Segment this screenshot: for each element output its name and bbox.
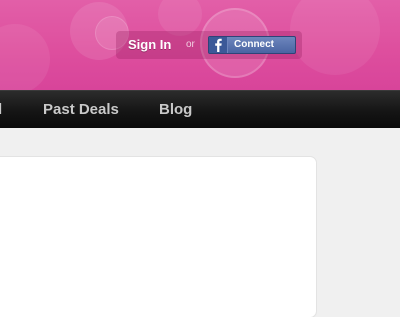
top-header: Sign In or Connect	[0, 0, 400, 90]
sign-in-link[interactable]: Sign In	[128, 38, 171, 52]
content-panel	[0, 157, 316, 317]
bokeh-circle	[290, 0, 380, 75]
facebook-f-icon	[209, 37, 228, 53]
bokeh-circle	[0, 24, 50, 90]
facebook-connect-button[interactable]: Connect	[208, 36, 296, 54]
nav-item-partial[interactable]: l	[0, 101, 5, 119]
nav-item-blog[interactable]: Blog	[159, 101, 192, 119]
nav-item-past-deals[interactable]: Past Deals	[43, 101, 119, 119]
auth-box: Sign In or Connect	[116, 31, 302, 59]
facebook-connect-label: Connect	[234, 39, 274, 50]
or-separator: or	[186, 39, 195, 50]
main-navigation: l Past Deals Blog	[0, 90, 400, 128]
